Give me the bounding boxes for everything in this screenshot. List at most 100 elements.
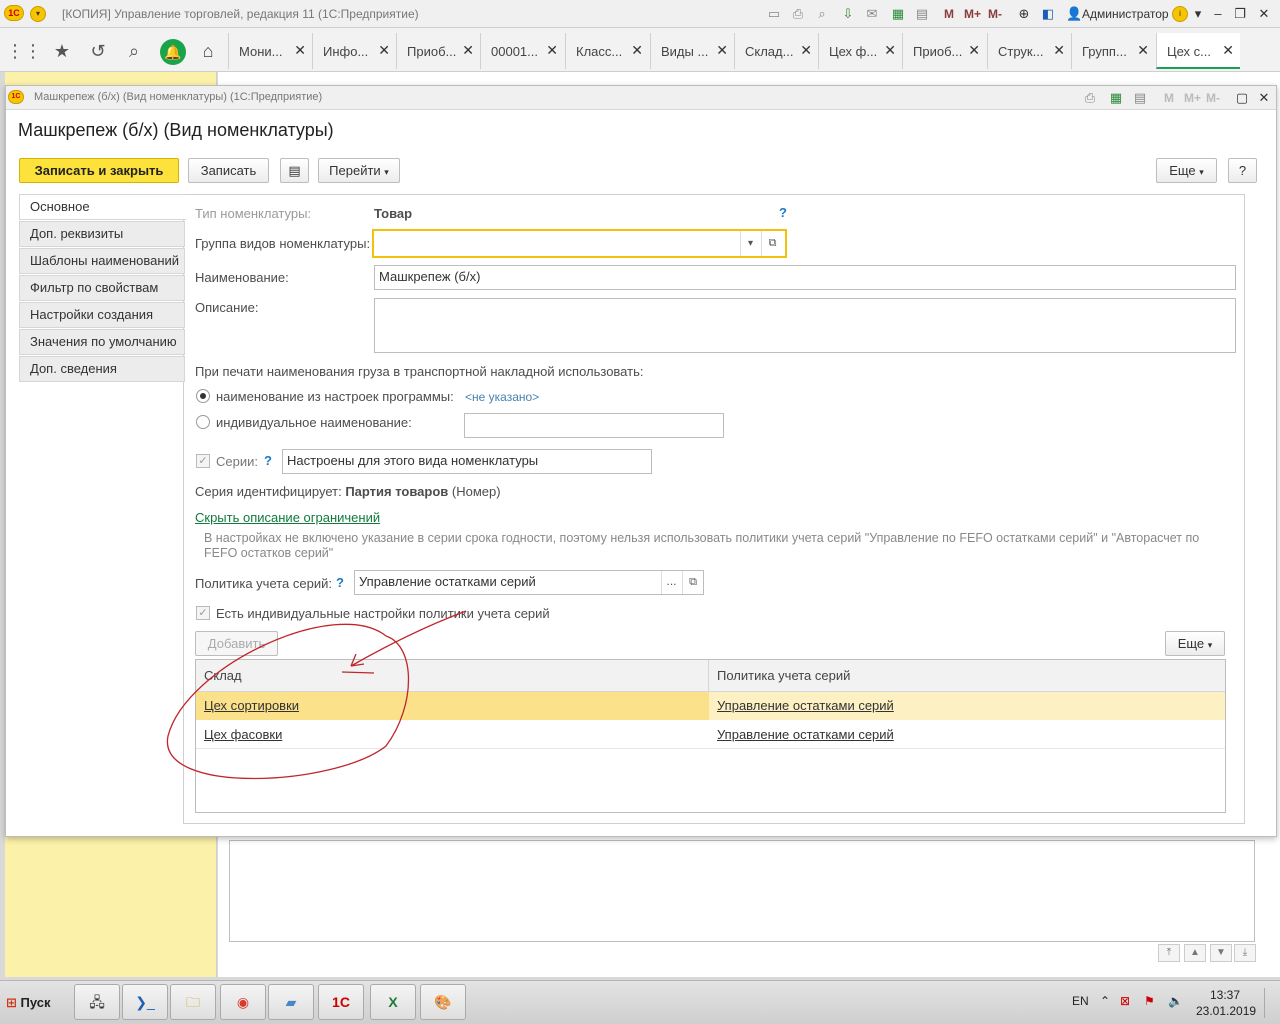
info-icon[interactable]: i bbox=[1172, 6, 1188, 22]
calendar-icon[interactable]: ▤ bbox=[1132, 90, 1148, 106]
print-icon[interactable]: ⎙ bbox=[790, 6, 806, 22]
nav-item-main[interactable]: Основное bbox=[19, 194, 186, 220]
dropdown-icon[interactable]: ▾ bbox=[740, 231, 760, 256]
report-icon[interactable]: ▤ bbox=[280, 158, 309, 183]
tab-5[interactable]: Класс... ✕ bbox=[565, 33, 649, 69]
table-more-button[interactable]: Еще ▾ bbox=[1165, 631, 1225, 656]
radio-program-settings[interactable] bbox=[196, 389, 210, 403]
close-icon[interactable]: ✕ bbox=[1053, 42, 1065, 59]
tab-10[interactable]: Струк... ✕ bbox=[987, 33, 1071, 69]
show-desktop-button[interactable] bbox=[1264, 988, 1276, 1018]
memory-button[interactable]: M bbox=[1164, 91, 1174, 105]
help-button[interactable]: ? bbox=[1228, 158, 1257, 183]
excel-icon[interactable]: X bbox=[370, 984, 416, 1020]
calculator-icon[interactable]: ▦ bbox=[890, 6, 906, 22]
chevron-down-icon[interactable]: ▾ bbox=[1190, 6, 1206, 22]
memory-button[interactable]: M bbox=[944, 7, 954, 21]
name-input[interactable]: Машкрепеж (б/х) bbox=[374, 265, 1236, 290]
hide-restrictions-link[interactable]: Скрыть описание ограничений bbox=[195, 510, 380, 525]
series-checkbox[interactable]: ✓ bbox=[196, 454, 210, 468]
tab-9[interactable]: Приоб... ✕ bbox=[902, 33, 986, 69]
save-icon[interactable]: ▭ bbox=[766, 6, 782, 22]
tab-8[interactable]: Цех ф... ✕ bbox=[818, 33, 902, 69]
scroll-bottom-icon[interactable]: ⤓ bbox=[1234, 944, 1256, 962]
more-button[interactable]: Еще ▾ bbox=[1156, 158, 1217, 183]
chrome-icon[interactable]: ◉ bbox=[220, 984, 266, 1020]
home-icon[interactable]: ⌂ bbox=[192, 33, 224, 69]
link-icon[interactable]: ⇩ bbox=[840, 6, 856, 22]
paint-icon[interactable]: 🎨 bbox=[420, 984, 466, 1020]
description-input[interactable] bbox=[374, 298, 1236, 353]
nav-item-creation-settings[interactable]: Настройки создания bbox=[19, 302, 185, 328]
column-header-policy[interactable]: Политика учета серий bbox=[709, 660, 1225, 692]
start-button[interactable]: ⊞ Пуск bbox=[2, 988, 52, 1018]
flag-icon[interactable]: ⚑ bbox=[1144, 994, 1155, 1008]
nav-item-additional-attrs[interactable]: Доп. реквизиты bbox=[19, 221, 185, 247]
explorer-icon[interactable]: 🗀 bbox=[170, 984, 216, 1020]
history-icon[interactable]: ↺ bbox=[80, 33, 116, 69]
scroll-top-icon[interactable]: ⤒ bbox=[1158, 944, 1180, 962]
close-icon[interactable]: ✕ bbox=[462, 42, 474, 59]
zoom-icon[interactable]: ⊕ bbox=[1016, 6, 1032, 22]
close-icon[interactable]: ✕ bbox=[884, 42, 896, 59]
powershell-icon[interactable]: ❯_ bbox=[122, 984, 168, 1020]
nav-item-property-filter[interactable]: Фильтр по свойствам bbox=[19, 275, 185, 301]
tab-1[interactable]: Мони... ✕ bbox=[228, 33, 312, 69]
maximize-icon[interactable]: ▢ bbox=[1234, 90, 1250, 106]
not-specified-link[interactable]: <не указано> bbox=[465, 390, 539, 404]
close-icon[interactable]: ✕ bbox=[1137, 42, 1149, 59]
calculator-icon[interactable]: ▦ bbox=[1108, 90, 1124, 106]
network-icon[interactable]: ⊠ bbox=[1120, 994, 1130, 1008]
language-indicator[interactable]: EN bbox=[1072, 994, 1089, 1008]
panel-icon[interactable]: ◧ bbox=[1040, 6, 1056, 22]
close-icon[interactable]: ✕ bbox=[800, 42, 812, 59]
close-icon[interactable]: ✕ bbox=[294, 42, 306, 59]
close-icon[interactable]: ✕ bbox=[716, 42, 728, 59]
select-ellipsis-icon[interactable]: ... bbox=[661, 571, 681, 594]
memory-minus-button[interactable]: M- bbox=[988, 7, 1002, 21]
group-input[interactable]: ▾ ⧉ bbox=[372, 229, 787, 258]
radio-individual-name[interactable] bbox=[196, 415, 210, 429]
close-icon[interactable]: ✕ bbox=[546, 42, 558, 59]
policy-input[interactable]: Управление остатками серий ... ⧉ bbox=[354, 570, 704, 595]
scroll-down-icon[interactable]: ▼ bbox=[1210, 944, 1232, 962]
series-help-icon[interactable]: ? bbox=[264, 453, 272, 468]
close-icon[interactable]: ✕ bbox=[968, 42, 980, 59]
close-icon[interactable]: ✕ bbox=[1256, 6, 1272, 22]
nav-item-name-templates[interactable]: Шаблоны наименований bbox=[19, 248, 185, 274]
clock-date[interactable]: 23.01.2019 bbox=[1196, 1004, 1256, 1018]
goto-button[interactable]: Перейти ▾ bbox=[318, 158, 400, 183]
close-icon[interactable]: ✕ bbox=[1222, 42, 1234, 59]
type-help-icon[interactable]: ? bbox=[779, 205, 787, 220]
calendar-icon[interactable]: ▤ bbox=[914, 6, 930, 22]
notifications-icon[interactable]: 🔔 bbox=[160, 39, 186, 65]
tab-3[interactable]: Приоб... ✕ bbox=[396, 33, 480, 69]
open-icon[interactable]: ⧉ bbox=[761, 231, 783, 256]
tab-2[interactable]: Инфо... ✕ bbox=[312, 33, 396, 69]
memory-plus-button[interactable]: M+ bbox=[964, 7, 981, 21]
tab-11[interactable]: Групп... ✕ bbox=[1071, 33, 1155, 69]
user-name[interactable]: Администратор bbox=[1082, 7, 1169, 21]
individual-name-input[interactable] bbox=[464, 413, 724, 438]
print-icon[interactable]: ⎙ bbox=[1082, 90, 1098, 106]
clock-time[interactable]: 13:37 bbox=[1210, 988, 1240, 1002]
tab-7[interactable]: Склад... ✕ bbox=[734, 33, 818, 69]
nav-item-default-values[interactable]: Значения по умолчанию bbox=[19, 329, 185, 355]
memory-minus-button[interactable]: M- bbox=[1206, 91, 1220, 105]
notepad-icon[interactable]: ▰ bbox=[268, 984, 314, 1020]
server-manager-icon[interactable]: 🖧 bbox=[74, 984, 120, 1020]
tray-expand-icon[interactable]: ⌃ bbox=[1100, 994, 1110, 1008]
tab-12-active[interactable]: Цех с... ✕ bbox=[1156, 33, 1240, 69]
memory-plus-button[interactable]: M+ bbox=[1184, 91, 1201, 105]
policy-cell[interactable]: Управление остатками серий bbox=[709, 721, 1225, 749]
save-button[interactable]: Записать bbox=[188, 158, 269, 183]
preview-icon[interactable]: ⌕ bbox=[814, 6, 830, 22]
restore-icon[interactable]: ❐ bbox=[1232, 6, 1248, 22]
sections-icon[interactable]: ⋮⋮ bbox=[6, 33, 42, 69]
1c-taskbar-icon[interactable]: 1С bbox=[318, 984, 364, 1020]
search-icon[interactable]: ⌕ bbox=[116, 33, 152, 69]
main-menu-icon[interactable]: ▾ bbox=[30, 6, 46, 22]
tab-4[interactable]: 00001... ✕ bbox=[480, 33, 564, 69]
policy-help-icon[interactable]: ? bbox=[336, 575, 344, 590]
favorites-icon[interactable]: ★ bbox=[44, 33, 80, 69]
